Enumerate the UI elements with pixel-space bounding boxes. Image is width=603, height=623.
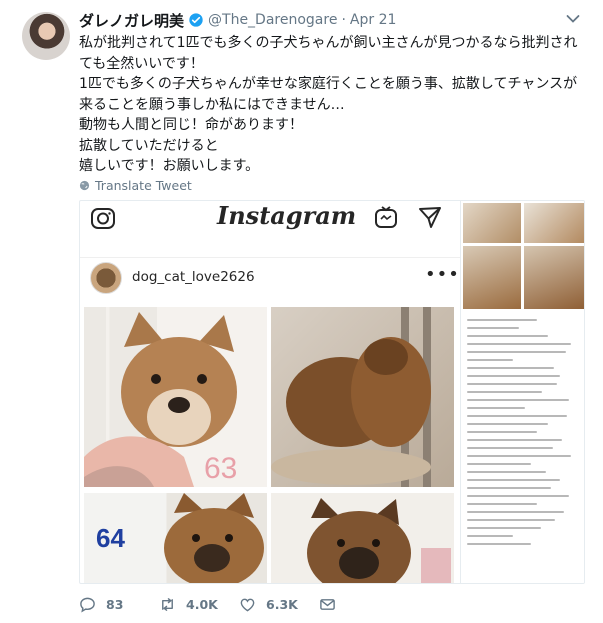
puppy-photo-64: 64: [84, 493, 267, 583]
tweet-text: 私が批判されて1匹でも多くの子犬ちゃんが飼い主さんが見つかるなら批判され ても全…: [79, 33, 589, 177]
instagram-caption-screenshot: [467, 319, 583, 551]
tweet-date[interactable]: Apr 21: [350, 12, 396, 28]
puppy-photo-65: [271, 493, 454, 583]
camera-icon: [91, 208, 115, 229]
verified-badge-icon: [189, 13, 203, 27]
handle[interactable]: @The_Darenogare: [208, 12, 337, 28]
igtv-icon: [375, 206, 397, 228]
instagram-side-strip: [460, 201, 584, 583]
reply-count: 83: [106, 596, 124, 612]
globe-icon: [79, 180, 90, 190]
separator-dot: ·: [341, 12, 346, 28]
puppy-illustration-65: [307, 498, 451, 583]
puppy-thumbnail: [524, 203, 584, 243]
puppy-thumbnail: [524, 246, 584, 309]
direct-message-button[interactable]: [319, 596, 346, 613]
tweet-line: 動物も人間と同じ！命があります！: [79, 117, 303, 133]
reply-button[interactable]: 83: [79, 596, 159, 613]
tweet-line: 来ることを願う事しか私にはできません…: [79, 96, 345, 113]
instagram-logo: Instagram: [217, 201, 357, 230]
envelope-icon: [320, 598, 335, 610]
puppy-thumbnail: [463, 246, 521, 309]
like-button[interactable]: 6.3K: [239, 596, 319, 613]
puppy-thumbnail: [463, 203, 521, 243]
instagram-top-bar: Instagram: [80, 201, 460, 243]
retweet-icon: [162, 597, 173, 611]
tweet-line: 1匹でも多くの子犬ちゃんが幸せな家庭行くことを願う事、拡散してチャンスが: [79, 76, 578, 92]
translate-tweet-link[interactable]: Translate Tweet: [79, 176, 192, 194]
tweet-line: 嬉しいです！お願いします。: [79, 158, 260, 174]
puppies-illustration: [271, 307, 431, 487]
instagram-post-header: dog_cat_love2626 •••: [80, 257, 460, 297]
tweet-line: 私が批判されて1匹でも多くの子犬ちゃんが飼い主さんが見つかるなら批判され: [79, 35, 578, 51]
reply-icon: [80, 597, 95, 613]
tweet-actions: 83 4.0K 6.3K: [79, 594, 346, 614]
send-icon: [419, 207, 441, 228]
puppy-illustration: [84, 312, 237, 487]
puppies-sleeping-photo: [271, 307, 454, 487]
chevron-down-icon[interactable]: [566, 14, 580, 24]
photo-number-63: 63: [204, 452, 238, 485]
instagram-avatar: [90, 262, 122, 294]
avatar[interactable]: [22, 12, 70, 60]
tweet-line: ても全然いいです！: [79, 55, 204, 72]
tweet-line: 拡散していただけると: [79, 137, 219, 154]
translate-label[interactable]: Translate Tweet: [95, 178, 192, 193]
retweet-count: 4.0K: [186, 596, 218, 612]
tweet: ダレノガレ明美 @The_Darenogare · Apr 21 私が批判されて…: [0, 0, 603, 623]
puppy-photo: 63: [84, 307, 267, 487]
display-name[interactable]: ダレノガレ明美: [79, 10, 184, 31]
instagram-username: dog_cat_love2626: [132, 269, 255, 285]
retweet-button[interactable]: 4.0K: [159, 596, 239, 613]
tweet-media[interactable]: Instagram dog_cat_love2626 ••• 63 64: [79, 200, 585, 584]
tweet-header: ダレノガレ明美 @The_Darenogare · Apr 21: [79, 10, 396, 30]
photo-number-64: 64: [96, 523, 125, 553]
like-count: 6.3K: [266, 596, 298, 612]
heart-icon: [240, 598, 255, 611]
more-options-icon: •••: [425, 264, 460, 285]
